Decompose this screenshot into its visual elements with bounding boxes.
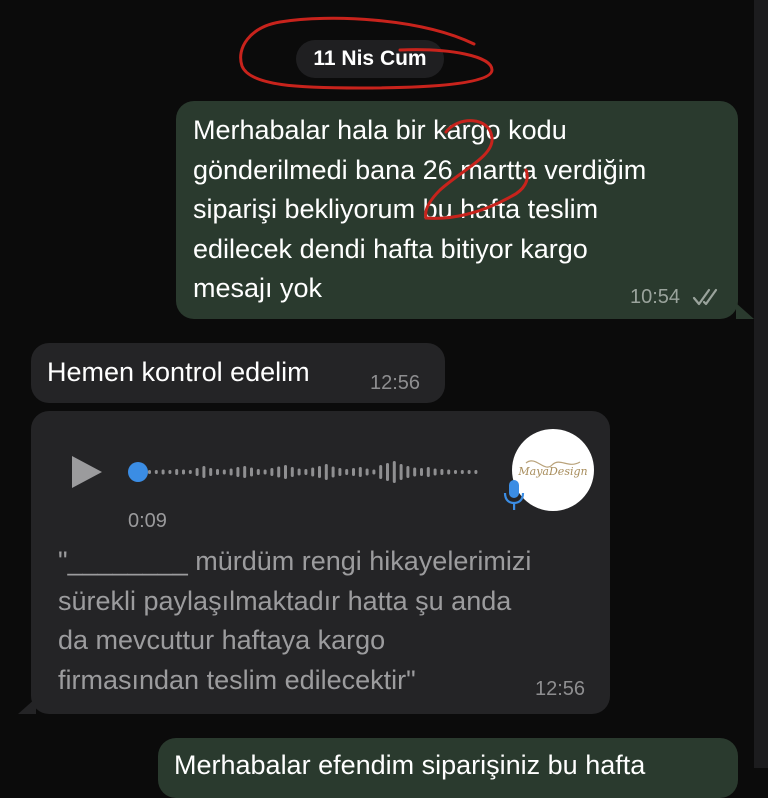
waveform-bar (148, 470, 151, 474)
voice-waveform[interactable] (128, 452, 478, 492)
waveform-bar (324, 464, 328, 480)
voice-transcript: "________ mürdüm rengi hikayelerimizi sü… (58, 542, 598, 700)
waveform-bar (175, 469, 179, 475)
waveform-bar (474, 470, 478, 474)
waveform-bar (195, 468, 199, 476)
transcript-line: sürekli paylaşılmaktadır hatta şu anda (58, 585, 512, 616)
waveform-bar (243, 466, 247, 478)
waveform-bar (256, 469, 260, 475)
waveform-bar (386, 463, 389, 481)
waveform-bar (161, 469, 165, 475)
waveform-bar (345, 469, 349, 475)
message-text: Merhabalar hala bir kargo kodu gönderilm… (193, 111, 646, 309)
play-icon[interactable] (72, 456, 102, 488)
waveform-bar (413, 467, 417, 477)
waveform-bar (447, 469, 451, 475)
waveform-bar (297, 468, 301, 476)
message-line: gönderilmedi bana 26 martta verdiğim (193, 154, 647, 185)
message-line: Merhabalar hala bir kargo kodu (193, 115, 567, 145)
date-label: 11 Nis Cum (313, 47, 427, 70)
waveform-bar (290, 467, 294, 477)
waveform-bar (202, 466, 206, 478)
waveform-bar (467, 470, 471, 474)
svg-text:MayaDesign: MayaDesign (517, 465, 587, 478)
waveform-bar (338, 468, 342, 476)
transcript-line: da mevcuttur haftaya kargo (58, 625, 386, 655)
waveform-bar (358, 467, 362, 477)
waveform-bar (154, 470, 158, 474)
date-separator: 11 Nis Cum (296, 40, 444, 78)
waveform-bar (318, 466, 321, 478)
message-line: mesajı yok (193, 273, 323, 303)
waveform-bar (270, 468, 274, 476)
transcript-line: "________ mürdüm rengi hikayelerimizi (58, 546, 532, 576)
waveform-bar (433, 468, 437, 476)
waveform-bar (222, 469, 226, 475)
waveform-bar (229, 468, 233, 476)
message-line: siparişi bekliyorum bu hafta teslim (193, 194, 599, 224)
message-text: Hemen kontrol edelim (47, 357, 310, 387)
message-time: 12:56 (535, 678, 586, 700)
waveform-bar (168, 470, 172, 474)
waveform-bar (277, 466, 281, 478)
waveform-bar (209, 468, 213, 476)
outgoing-message-bubble[interactable]: Merhabalar efendim siparişiniz bu hafta (158, 738, 738, 798)
outgoing-message-bubble[interactable]: Merhabalar hala bir kargo kodu gönderilm… (176, 101, 738, 319)
bubble-tail (18, 698, 36, 714)
incoming-message-bubble[interactable]: Hemen kontrol edelim 12:56 (31, 343, 445, 403)
waveform-bar (250, 467, 253, 477)
waveform-bar (365, 468, 369, 476)
transcript-line: firmasından teslim edilecektir" (58, 664, 416, 695)
waveform-bar (263, 469, 267, 475)
scroll-edge (754, 0, 768, 768)
waveform-bar (440, 469, 444, 475)
waveform-bar (392, 461, 396, 483)
waveform-bar (311, 467, 315, 477)
waveform-bar (188, 470, 192, 474)
waveform-bar (182, 469, 185, 475)
waveform-bar (304, 469, 308, 475)
message-time: 12:56 (370, 372, 421, 394)
microphone-icon (503, 480, 525, 510)
waveform-bar (216, 469, 219, 475)
waveform-bar (379, 465, 383, 479)
waveform-bar (284, 465, 287, 479)
waveform-bar (399, 464, 403, 480)
waveform-bar (352, 468, 355, 476)
waveform-bar (454, 470, 457, 474)
double-check-icon (692, 288, 718, 306)
waveform-bar (331, 466, 335, 478)
waveform-bar (426, 467, 430, 477)
waveform-bar (406, 466, 410, 478)
waveform-bar (460, 470, 464, 474)
message-time: 10:54 (630, 286, 681, 308)
voice-duration: 0:09 (128, 510, 167, 532)
message-text: Merhabalar efendim siparişiniz bu hafta (174, 750, 646, 780)
waveform-bar (236, 467, 240, 477)
playback-position-handle[interactable] (128, 462, 148, 482)
message-line: edilecek dendi hafta bitiyor kargo (193, 233, 588, 264)
waveform-bar (420, 468, 423, 476)
waveform-bar (372, 469, 376, 475)
bubble-tail (736, 303, 754, 319)
